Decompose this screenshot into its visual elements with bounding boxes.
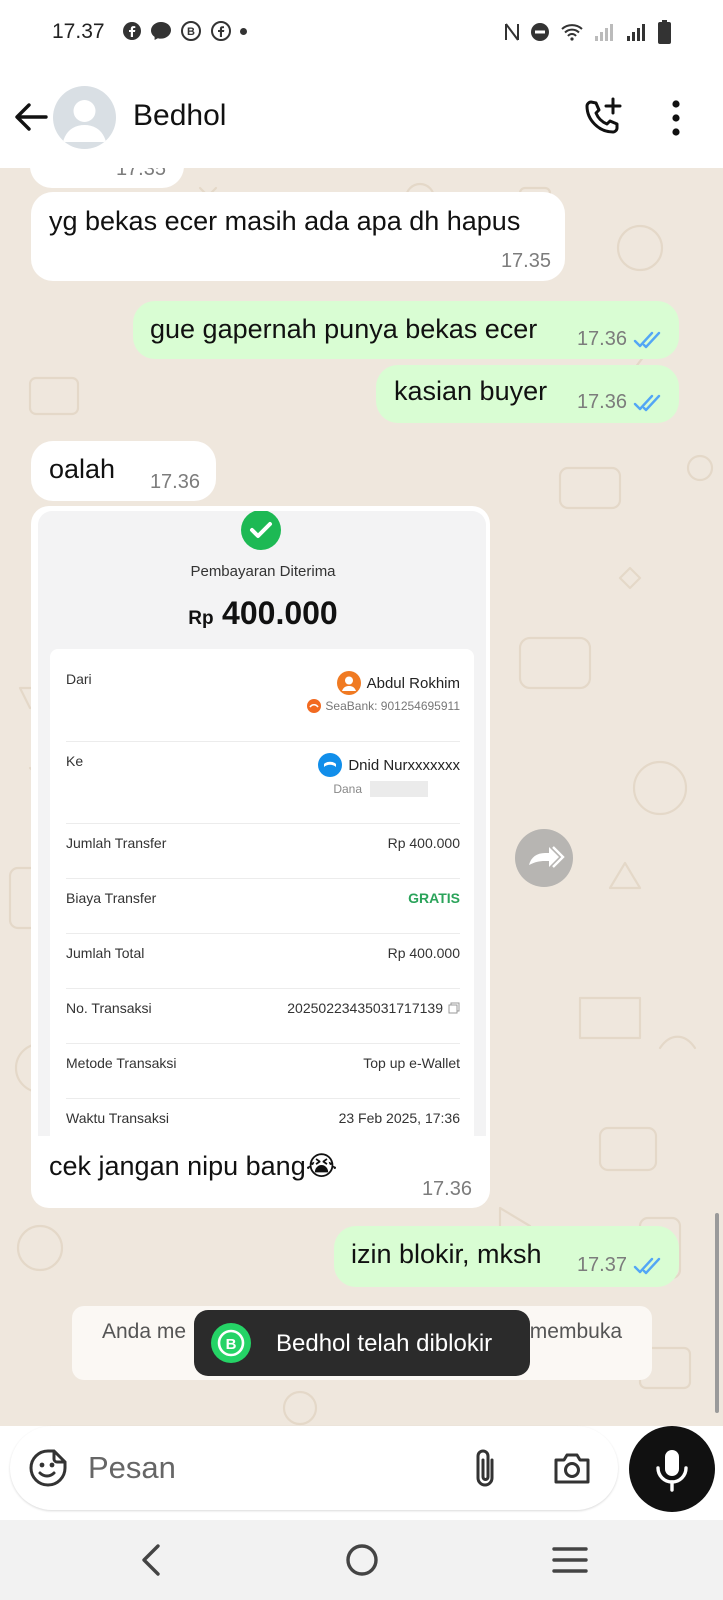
message-text: izin blokir, mksh [351, 1239, 542, 1269]
read-receipt-icon [633, 331, 661, 348]
system-navigation-bar [0, 1520, 723, 1600]
nav-back-icon[interactable] [136, 1542, 166, 1578]
message-text: oalah [49, 454, 116, 484]
receipt-row: Waktu Transaksi 23 Feb 2025, 17:36 [66, 1110, 460, 1126]
blocked-toast: B Bedhol telah diblokir [194, 1310, 530, 1376]
seabank-logo-icon [307, 699, 322, 713]
message-time: 17.36 [576, 391, 627, 413]
receipt-from-label: Dari [66, 671, 92, 687]
message-outgoing[interactable]: gue gapernah punya bekas ecer 17.36 [133, 301, 679, 359]
message-incoming[interactable]: oalah 17.36 [31, 441, 216, 501]
nfc-icon [505, 23, 519, 41]
camera-icon[interactable] [552, 1450, 592, 1486]
avatar[interactable] [53, 86, 116, 149]
message-time: 17.36 [149, 471, 200, 493]
status-bar: 17.37 B [0, 0, 723, 66]
svg-text:B: B [187, 26, 195, 38]
message-text: kasian buyer [394, 376, 548, 406]
do-not-disturb-icon [531, 23, 549, 41]
receipt-details-card: Dari Abdul Rokhim SeaBank: 901254695911 … [50, 649, 474, 1136]
facebook-icon [123, 22, 141, 40]
message-outgoing[interactable]: kasian buyer 17.36 [376, 365, 679, 423]
battery-icon [658, 20, 671, 44]
message-time: 17.36 [576, 328, 627, 350]
message-text: yg bekas ecer masih ada apa dh hapus [49, 206, 521, 236]
receipt-from-name: Abdul Rokhim [366, 674, 460, 692]
message-time: 17.37 [576, 1254, 627, 1276]
receipt-row: Jumlah Transfer Rp 400.000 [66, 835, 460, 851]
system-note-text-left: Anda me [102, 1320, 187, 1343]
whatsapp-business-icon: B [181, 21, 201, 41]
message-time: 17.35 [500, 250, 551, 272]
facebook-messenger-icon [211, 21, 231, 41]
chat-area[interactable]: iya 17.35 yg bekas ecer masih ada apa dh… [0, 168, 723, 1426]
message-composer[interactable]: Pesan [10, 1426, 618, 1510]
whatsapp-business-icon: B [211, 1323, 251, 1363]
read-receipt-icon [633, 1257, 661, 1274]
receipt-row: No. Transaksi 20250223435031717139 [66, 1000, 460, 1024]
receipt-to-wallet: Dana [333, 782, 362, 796]
receipt-to-name: Dnid Nurxxxxxxx [348, 756, 460, 774]
toast-text: Bedhol telah diblokir [276, 1330, 493, 1357]
microphone-icon [656, 1450, 688, 1492]
redacted-block [370, 781, 428, 797]
forward-icon [529, 846, 565, 868]
message-outgoing[interactable]: izin blokir, mksh 17.37 [334, 1226, 679, 1287]
forward-button[interactable] [515, 829, 573, 887]
message-incoming[interactable]: yg bekas ecer masih ada apa dh hapus 17.… [31, 192, 565, 281]
status-time: 17.37 [52, 20, 105, 43]
back-arrow-icon[interactable] [12, 98, 50, 136]
more-options-icon[interactable] [666, 98, 686, 138]
image-caption: cek jangan nipu bang😭 [49, 1151, 338, 1181]
sticker-emoji-icon[interactable] [28, 1448, 68, 1488]
message-text: gue gapernah punya bekas ecer [150, 314, 538, 344]
messenger-icon [151, 22, 171, 40]
copy-icon [448, 1002, 460, 1014]
receipt-currency: Rp [188, 608, 214, 629]
attach-icon[interactable] [470, 1446, 500, 1490]
default-avatar-icon [63, 100, 106, 142]
receipt-to-label: Ke [66, 753, 84, 769]
message-incoming[interactable]: iya 17.35 [30, 168, 184, 188]
receipt-status: Pembayaran Diterima [190, 563, 336, 580]
voice-message-button[interactable] [629, 1426, 715, 1512]
message-time: 17.35 [115, 168, 166, 180]
receipt-row: Jumlah Total Rp 400.000 [66, 945, 460, 961]
user-avatar-icon [336, 671, 361, 695]
dana-logo-icon [318, 753, 343, 777]
system-note-text-right: membuka [529, 1320, 622, 1343]
read-receipt-icon [633, 394, 661, 411]
nav-recents-icon[interactable] [552, 1545, 588, 1575]
scrollbar[interactable] [715, 1213, 719, 1413]
nav-home-icon[interactable] [344, 1542, 380, 1578]
signal-icon-2 [627, 24, 645, 41]
wifi-icon [561, 24, 583, 41]
message-time: 17.36 [421, 1178, 472, 1200]
more-notifications-dot [240, 27, 247, 35]
svg-text:B: B [226, 1336, 237, 1353]
chat-header: Bedhol [0, 66, 723, 168]
payment-receipt-image[interactable]: Pembayaran Diterima Rp 400.000 Dari Abdu… [38, 511, 486, 1136]
free-fee-label: GRATIS [408, 890, 460, 906]
receipt-from-bank: SeaBank: 901254695911 [325, 699, 460, 713]
message-input[interactable]: Pesan [88, 1450, 176, 1486]
add-call-icon[interactable] [583, 96, 625, 138]
receipt-row: Metode Transaksi Top up e-Wallet [66, 1055, 460, 1071]
contact-name[interactable]: Bedhol [133, 99, 226, 133]
success-check-icon [241, 511, 281, 550]
signal-icon [595, 24, 613, 41]
receipt-amount: 400.000 [222, 595, 338, 631]
receipt-row: Biaya Transfer GRATIS [66, 890, 460, 906]
